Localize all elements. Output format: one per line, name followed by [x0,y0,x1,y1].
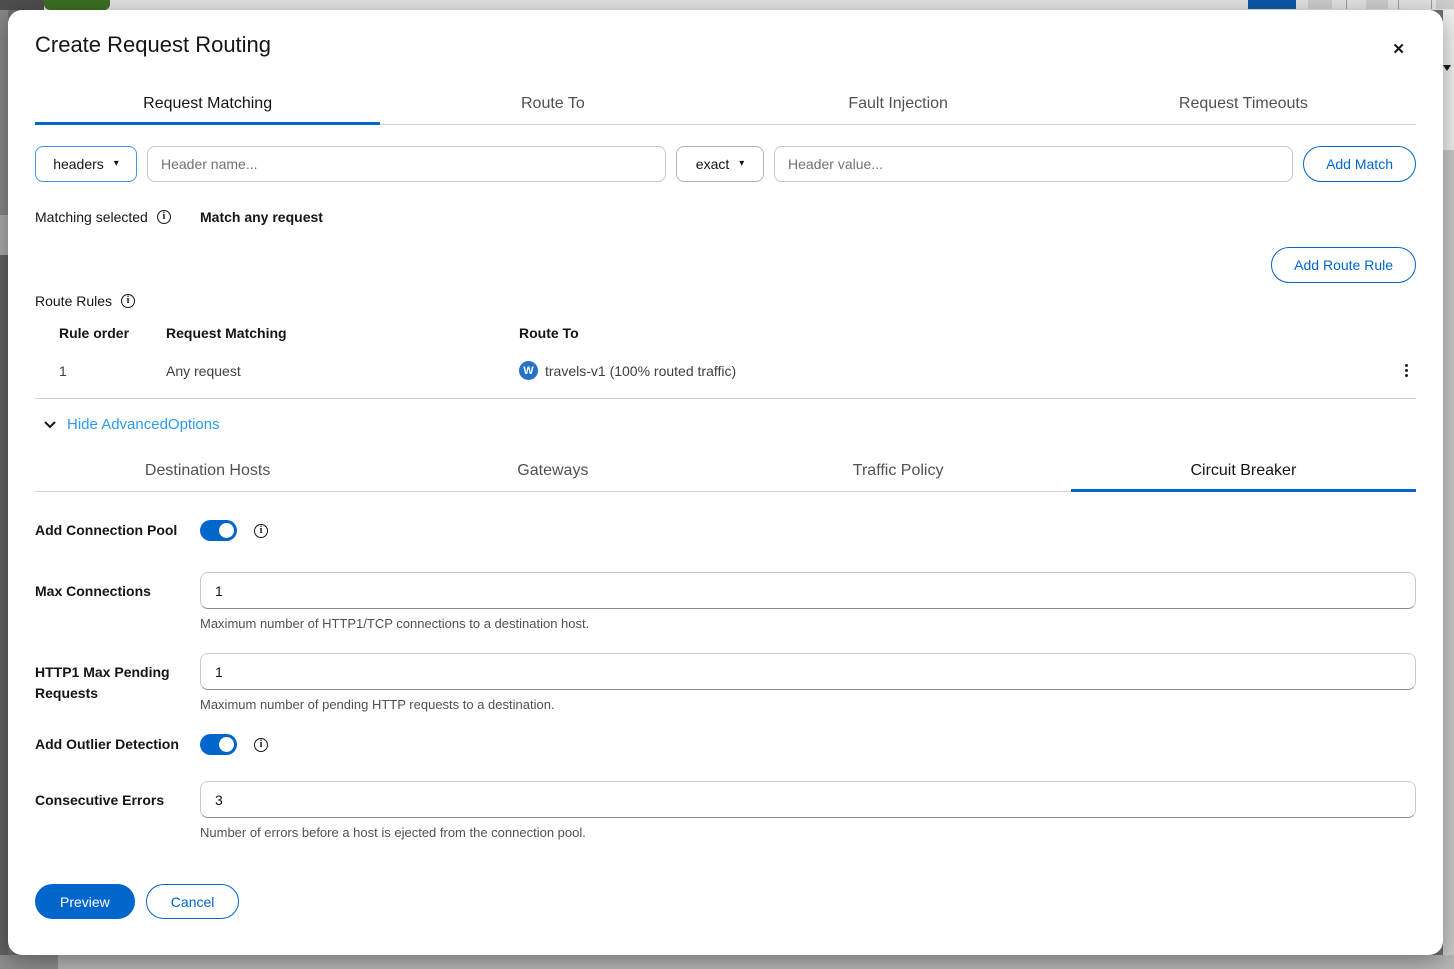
tab-destination-hosts[interactable]: Destination Hosts [35,453,380,492]
outlier-detection-toggle[interactable] [200,734,237,755]
header-value-input[interactable] [774,146,1293,182]
route-rules-label-text: Route Rules [35,293,112,309]
info-icon[interactable]: i [254,738,268,752]
workload-badge: W [519,361,538,380]
modal-footer: Preview Cancel [35,884,1416,919]
tab-circuit-breaker[interactable]: Circuit Breaker [1071,453,1416,492]
masthead-button-remnant [1248,0,1296,9]
tab-traffic-policy[interactable]: Traffic Policy [726,453,1071,492]
cancel-button[interactable]: Cancel [146,884,240,919]
masthead-icon-remnant [1308,0,1332,9]
max-connections-label: Max Connections [35,572,200,602]
column-header-route-to: Route To [519,325,1376,341]
page-edge-bottom [0,955,1454,969]
tab-request-matching[interactable]: Request Matching [35,86,380,125]
close-icon[interactable]: ✕ [1392,42,1405,57]
max-connections-row: Max Connections Maximum number of HTTP1/… [35,572,1416,631]
page-edge-bottom-dark [0,955,58,969]
create-request-routing-modal: Create Request Routing ✕ Request Matchin… [8,10,1443,955]
route-to-text: travels-v1 (100% routed traffic) [545,363,736,379]
matching-selected-label: Matching selected [35,209,148,225]
consecutive-errors-input[interactable] [200,781,1416,818]
add-outlier-detection-row: Add Outlier Detection i [35,734,1416,755]
circuit-breaker-form: Add Connection Pool i Max Connections Ma… [35,520,1416,840]
masthead-separator [1431,0,1432,9]
column-header-rule-order: Rule order [35,325,166,341]
consecutive-errors-helper: Number of errors before a host is ejecte… [200,825,1416,840]
route-rules-label: Route Rules i [35,293,1416,309]
caret-down-icon: ▾ [739,159,744,169]
tab-gateways[interactable]: Gateways [380,453,725,492]
chevron-down-icon [44,421,56,429]
preview-button[interactable]: Preview [35,884,135,919]
hide-advanced-options-link[interactable]: Hide AdvancedOptions [35,416,1416,433]
matching-summary: Match any request [200,209,323,225]
match-category-value: headers [53,156,104,172]
match-builder-row: headers ▾ exact ▾ Add Match [35,146,1416,182]
max-connections-helper: Maximum number of HTTP1/TCP connections … [200,616,1416,631]
add-match-button[interactable]: Add Match [1303,146,1416,182]
tab-route-to[interactable]: Route To [380,86,725,125]
caret-down-icon: ▾ [114,159,119,169]
dropdown-caret-remnant [1443,65,1451,71]
http1-max-pending-helper: Maximum number of pending HTTP requests … [200,697,1416,712]
request-matching-cell: Any request [166,363,519,379]
sidebar-remnant-light [0,215,8,255]
add-route-rule-button[interactable]: Add Route Rule [1271,247,1416,283]
page-edge-right-top [1443,10,1454,150]
masthead-icon-remnant [1366,0,1388,9]
http1-max-pending-row: HTTP1 Max Pending Requests Maximum numbe… [35,653,1416,712]
match-category-select[interactable]: headers ▾ [35,146,137,182]
rule-order-cell: 1 [35,363,166,379]
masthead-remnant [0,0,1454,10]
advanced-tabs: Destination Hosts Gateways Traffic Polic… [35,453,1416,492]
screen: Create Request Routing ✕ Request Matchin… [0,0,1454,969]
match-operator-value: exact [696,156,729,172]
kebab-menu-icon[interactable] [1397,360,1416,381]
match-operator-select[interactable]: exact ▾ [676,146,764,182]
page-edge-left [0,10,8,955]
add-connection-pool-label: Add Connection Pool [35,520,200,541]
max-connections-input[interactable] [200,572,1416,609]
connection-pool-toggle[interactable] [200,520,237,541]
masthead-separator [1398,0,1399,9]
masthead-separator [1346,0,1347,9]
modal-title: Create Request Routing [35,32,1416,58]
info-icon[interactable]: i [157,210,171,224]
sidebar-remnant-dark [0,255,8,965]
add-connection-pool-row: Add Connection Pool i [35,520,1416,541]
main-tabs: Request Matching Route To Fault Injectio… [35,86,1416,125]
route-rules-table: Rule order Request Matching Route To 1 A… [35,319,1416,399]
hide-advanced-options-label: Hide AdvancedOptions [67,416,220,433]
info-icon[interactable]: i [121,294,135,308]
matching-selected-row: Matching selected i Match any request [35,209,1416,225]
masthead-icon-remnant [1436,0,1454,9]
add-outlier-detection-label: Add Outlier Detection [35,734,200,755]
consecutive-errors-row: Consecutive Errors Number of errors befo… [35,781,1416,840]
route-to-cell: W travels-v1 (100% routed traffic) [519,361,1376,380]
header-name-input[interactable] [147,146,666,182]
http1-max-pending-input[interactable] [200,653,1416,690]
kiali-logo [44,0,110,10]
consecutive-errors-label: Consecutive Errors [35,781,200,811]
column-header-request-matching: Request Matching [166,325,519,341]
table-header-row: Rule order Request Matching Route To [35,319,1416,345]
table-row: 1 Any request W travels-v1 (100% routed … [35,345,1416,399]
http1-max-pending-label: HTTP1 Max Pending Requests [35,653,200,704]
masthead-dark-segment [0,0,44,10]
page-edge-right [1443,10,1454,955]
tab-fault-injection[interactable]: Fault Injection [726,86,1071,125]
tab-request-timeouts[interactable]: Request Timeouts [1071,86,1416,125]
info-icon[interactable]: i [254,524,268,538]
